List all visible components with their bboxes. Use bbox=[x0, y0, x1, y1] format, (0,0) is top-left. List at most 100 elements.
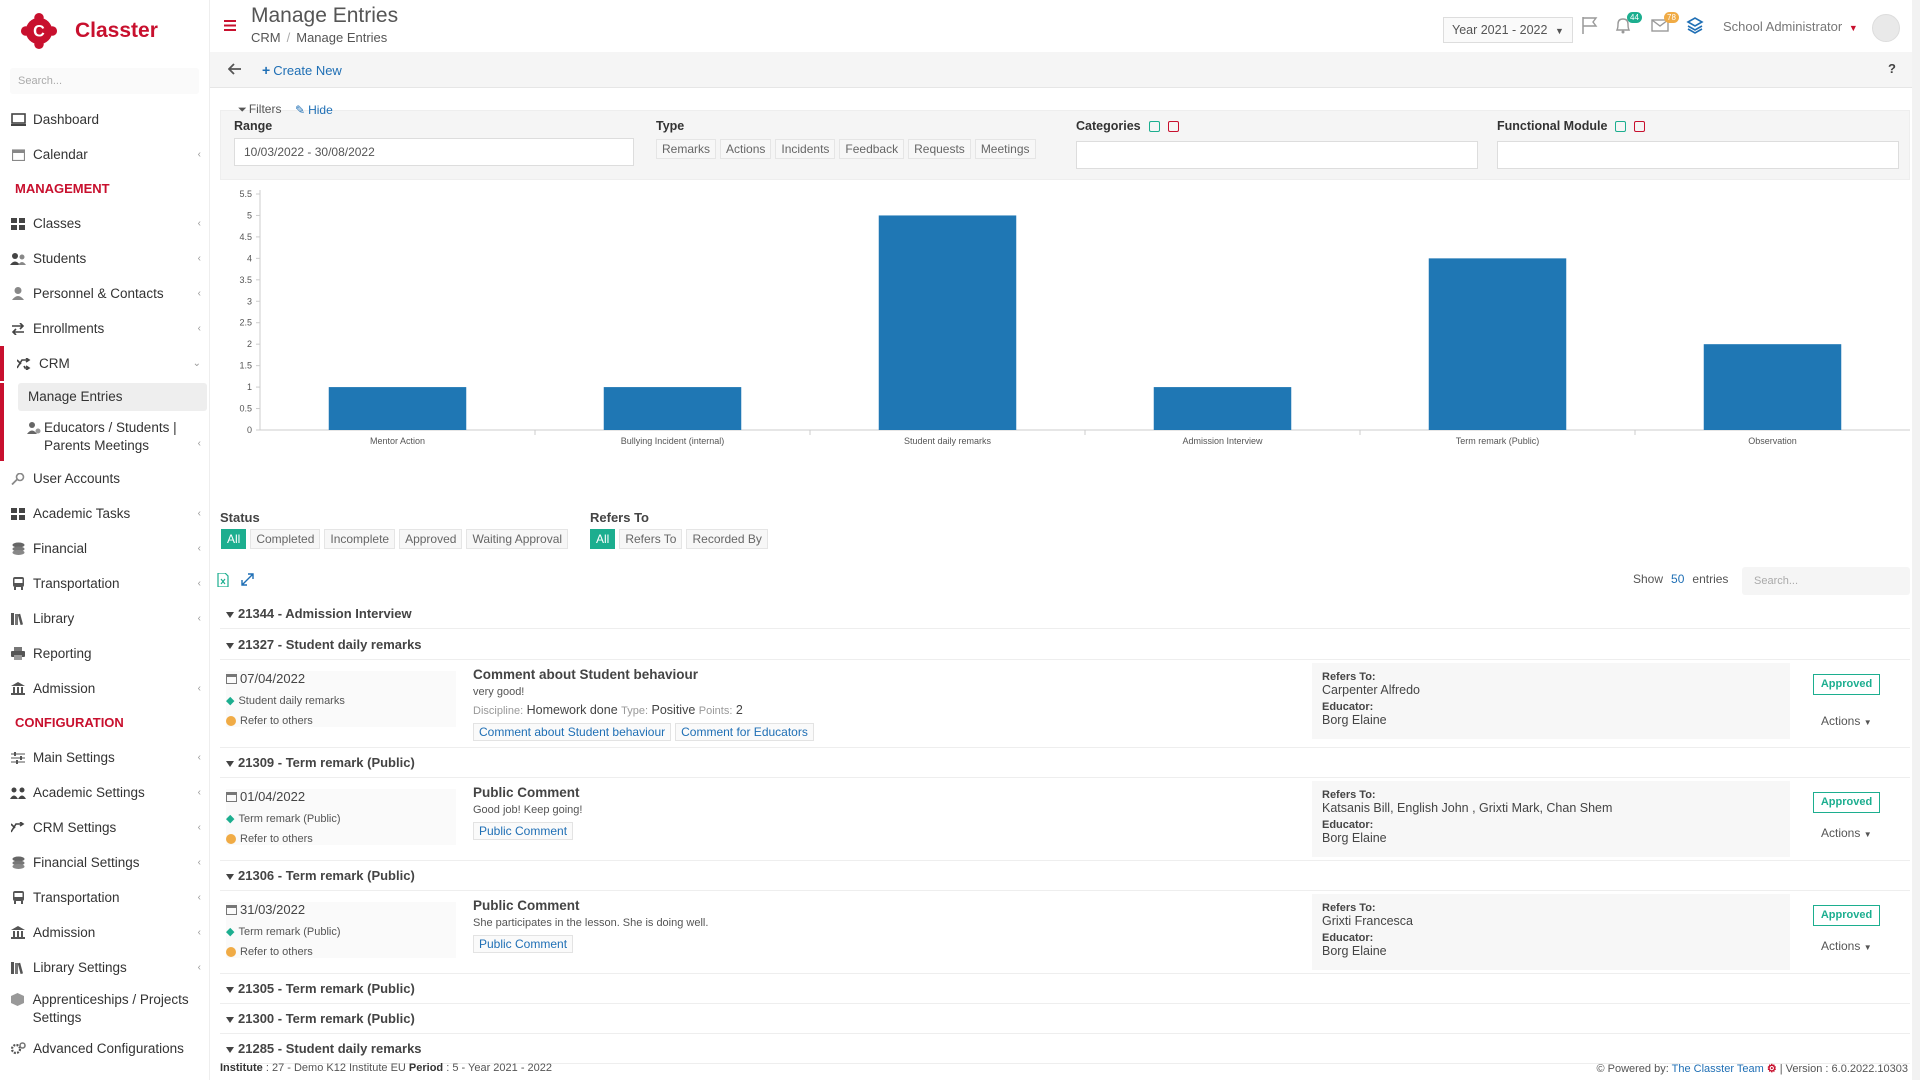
sidebar-item-students[interactable]: Students ‹ bbox=[0, 241, 209, 276]
sidebar-item-main-settings[interactable]: Main Settings ‹ bbox=[0, 740, 209, 775]
breadcrumb-crm[interactable]: CRM bbox=[251, 30, 281, 45]
entry-category-text: Term remark (Public) bbox=[238, 812, 341, 825]
points-key: Points: bbox=[698, 705, 733, 717]
page-scrollbar[interactable] bbox=[1912, 0, 1920, 1080]
sidebar-item-personnel-contacts[interactable]: Personnel & Contacts ‹ bbox=[0, 276, 209, 311]
type-meetings-button[interactable]: Meetings bbox=[974, 139, 1036, 159]
layers-icon[interactable] bbox=[1685, 15, 1705, 35]
sidebar-item-transportation[interactable]: Transportation ‹ bbox=[0, 566, 209, 601]
group-header[interactable]: 21285 - Student daily remarks bbox=[220, 1034, 1910, 1064]
group-header[interactable]: 21305 - Term remark (Public) bbox=[220, 974, 1910, 1004]
uncheck-all-icon[interactable] bbox=[1167, 121, 1179, 133]
sidebar-item-calendar[interactable]: Calendar ‹ bbox=[0, 137, 209, 172]
type-actions-button[interactable]: Actions bbox=[720, 139, 772, 159]
sidebar-item-academic-settings[interactable]: Academic Settings ‹ bbox=[0, 775, 209, 810]
check-all-icon[interactable] bbox=[1148, 121, 1160, 133]
sidebar-item-admission[interactable]: Admission ‹ bbox=[0, 671, 209, 706]
group-header[interactable]: 21309 - Term remark (Public) bbox=[220, 748, 1910, 778]
group-header[interactable]: 21327 - Student daily remarks bbox=[220, 630, 1910, 660]
app-logo[interactable]: C Classter bbox=[0, 0, 209, 62]
type-label: Type bbox=[656, 119, 685, 133]
create-new-button[interactable]: + Create New bbox=[262, 62, 342, 78]
type-remarks-button[interactable]: Remarks bbox=[656, 139, 717, 159]
back-arrow-icon[interactable] bbox=[228, 63, 242, 75]
monitor-icon bbox=[8, 110, 28, 130]
hide-filters-link[interactable]: ✎ Hide bbox=[295, 103, 333, 117]
sidebar-item-apprenticeships-settings[interactable]: Apprenticeships / Projects Settings bbox=[0, 985, 209, 1031]
sidebar-search-input[interactable]: Search... bbox=[10, 68, 199, 94]
x-tick-label: Admission Interview bbox=[1182, 436, 1263, 446]
bell-icon[interactable]: 44 bbox=[1613, 12, 1642, 35]
entry-category: ◆ Term remark (Public) bbox=[226, 812, 456, 826]
sidebar-item-meetings[interactable]: Educators / Students | Parents Meetings … bbox=[4, 413, 209, 461]
sidebar-item-crm-settings[interactable]: CRM Settings ‹ bbox=[0, 810, 209, 845]
sidebar-item-reporting[interactable]: Reporting bbox=[0, 636, 209, 671]
sidebar-item-classes[interactable]: Classes ‹ bbox=[0, 206, 209, 241]
y-tick-label: 2.5 bbox=[239, 318, 252, 328]
entry-tag[interactable]: Comment about Student behaviour bbox=[473, 723, 672, 741]
sidebar-item-admission-settings[interactable]: Admission ‹ bbox=[0, 915, 209, 950]
sidebar-item-library[interactable]: Library ‹ bbox=[0, 601, 209, 636]
sidebar-item-library-settings[interactable]: Library Settings ‹ bbox=[0, 950, 209, 985]
help-button[interactable]: ? bbox=[1888, 61, 1896, 76]
actions-dropdown[interactable]: Actions ▼ bbox=[1821, 714, 1872, 728]
entry-title: Public Comment bbox=[473, 785, 580, 800]
sidebar-item-manage-entries[interactable]: Manage Entries bbox=[18, 383, 207, 411]
plus-icon: + bbox=[262, 62, 271, 78]
range-input[interactable]: 10/03/2022 - 30/08/2022 bbox=[234, 138, 634, 166]
refers-all-button[interactable]: All bbox=[590, 529, 616, 549]
flag-icon[interactable] bbox=[1580, 15, 1600, 35]
entry-category-text: Student daily remarks bbox=[238, 694, 345, 707]
export-excel-icon[interactable] bbox=[217, 573, 229, 587]
x-tick-label: Term remark (Public) bbox=[1456, 436, 1540, 446]
list-search-input[interactable]: Search... bbox=[1742, 567, 1910, 595]
type-incidents-button[interactable]: Incidents bbox=[775, 139, 836, 159]
sidebar-item-advanced-configurations[interactable]: Advanced Configurations bbox=[0, 1031, 209, 1066]
filters-toggle[interactable]: ⏷ Filters bbox=[238, 102, 281, 117]
entry-refer-text: Refer to others bbox=[240, 946, 313, 958]
status-waiting-approval-button[interactable]: Waiting Approval bbox=[466, 529, 569, 549]
recorded-by-button[interactable]: Recorded By bbox=[686, 529, 768, 549]
user-menu[interactable]: School Administrator ▼ bbox=[1723, 19, 1858, 34]
status-all-button[interactable]: All bbox=[221, 529, 247, 549]
page-size-select[interactable]: 50 bbox=[1671, 572, 1684, 586]
actions-dropdown[interactable]: Actions ▼ bbox=[1821, 826, 1872, 840]
actions-dropdown[interactable]: Actions ▼ bbox=[1821, 939, 1872, 953]
sidebar-item-dashboard[interactable]: Dashboard bbox=[0, 102, 209, 137]
sidebar-item-label: Admission bbox=[33, 925, 96, 940]
type-feedback-button[interactable]: Feedback bbox=[839, 139, 905, 159]
categories-select[interactable] bbox=[1076, 141, 1478, 169]
sidebar-item-user-accounts[interactable]: User Accounts bbox=[0, 461, 209, 496]
uncheck-all-icon[interactable] bbox=[1634, 121, 1646, 133]
entry-date: 31/03/2022 bbox=[226, 902, 456, 917]
classter-team-link[interactable]: The Classter Team bbox=[1672, 1063, 1764, 1075]
sidebar-item-academic-tasks[interactable]: Academic Tasks ‹ bbox=[0, 496, 209, 531]
year-select[interactable]: Year 2021 - 2022 ▼ bbox=[1443, 17, 1573, 43]
books-icon bbox=[8, 958, 28, 978]
sidebar-item-financial[interactable]: Financial ‹ bbox=[0, 531, 209, 566]
entry-tag[interactable]: Public Comment bbox=[473, 935, 574, 953]
status-completed-button[interactable]: Completed bbox=[250, 529, 321, 549]
status-approved-button[interactable]: Approved bbox=[399, 529, 463, 549]
year-select-value: Year 2021 - 2022 bbox=[1452, 23, 1548, 37]
entry-meta: 31/03/2022 ◆ Term remark (Public) Refer t… bbox=[226, 902, 456, 958]
group-header[interactable]: 21306 - Term remark (Public) bbox=[220, 861, 1910, 891]
hamburger-menu-icon[interactable] bbox=[224, 20, 236, 31]
group-header[interactable]: 21300 - Term remark (Public) bbox=[220, 1004, 1910, 1034]
entry-tag[interactable]: Public Comment bbox=[473, 822, 574, 840]
envelope-icon[interactable]: 78 bbox=[1650, 12, 1679, 35]
refers-to-button[interactable]: Refers To bbox=[619, 529, 683, 549]
sidebar-item-transportation-settings[interactable]: Transportation ‹ bbox=[0, 880, 209, 915]
status-incomplete-button[interactable]: Incomplete bbox=[324, 529, 396, 549]
type-requests-button[interactable]: Requests bbox=[908, 139, 971, 159]
sidebar-item-financial-settings[interactable]: Financial Settings ‹ bbox=[0, 845, 209, 880]
expand-icon[interactable] bbox=[241, 573, 254, 587]
avatar[interactable] bbox=[1872, 14, 1900, 42]
sidebar-item-enrollments[interactable]: Enrollments ‹ bbox=[0, 311, 209, 346]
group-header[interactable]: 21344 - Admission Interview bbox=[220, 599, 1910, 629]
entries-bar-chart: 0 0.5 1 1.5 2 2.5 3 3.5 4 4.5 5 5.5 Mentor Action Bul… bbox=[239, 189, 1910, 446]
functional-module-select[interactable] bbox=[1497, 141, 1899, 169]
entry-tag[interactable]: Comment for Educators bbox=[675, 723, 814, 741]
check-all-icon[interactable] bbox=[1615, 121, 1627, 133]
sidebar-item-crm[interactable]: CRM ⌄ bbox=[0, 346, 209, 381]
